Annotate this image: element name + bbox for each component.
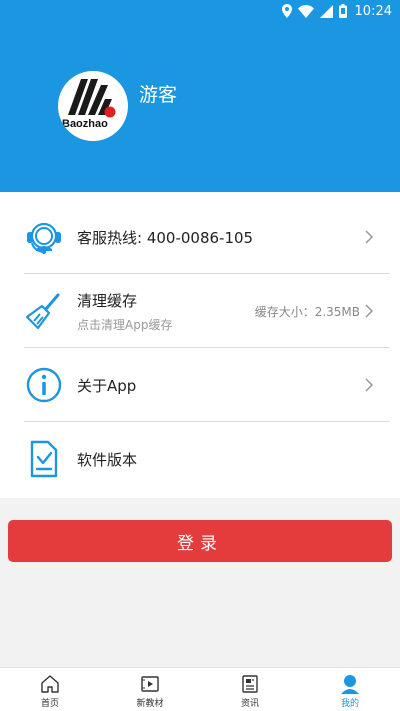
info-icon [26,367,62,403]
logo-icon [68,79,116,118]
menu-item-clear-cache[interactable]: 清理缓存 点击清理App缓存 缓存大小：2.35MB [0,274,400,348]
menu-item-about[interactable]: 关于App [0,348,400,422]
tab-label: 新教材 [136,699,164,709]
username[interactable]: 游客 [139,80,177,107]
profile-header: 10:24 Baozhao 游客 [0,0,400,192]
chevron-right-icon [365,378,374,392]
menu-item-version[interactable]: 软件版本 [0,422,400,496]
bottom-tabbar: 首页 新教材 资讯 我的 [0,667,400,711]
login-button[interactable]: 登录 [8,520,392,562]
cache-size: 缓存大小：2.35MB [254,304,360,319]
user-icon [341,675,359,694]
tab-home[interactable]: 首页 [0,668,100,711]
tab-new-materials[interactable]: 新教材 [100,668,200,711]
home-icon [41,675,59,693]
chevron-right-icon [365,304,374,318]
wifi-icon [297,4,314,18]
tab-label: 资讯 [240,699,259,709]
news-icon [242,675,258,693]
status-time: 10:24 [354,3,392,19]
location-icon [281,4,292,18]
tab-label: 我的 [340,699,359,709]
signal-icon [319,4,333,18]
settings-menu: 客服热线: 400-0086-105 清理缓存 点击清理App缓存 缓存大小：2… [0,192,400,498]
menu-item-hotline[interactable]: 客服热线: 400-0086-105 [0,200,400,274]
status-bar: 10:24 [0,0,400,22]
document-check-icon [30,440,58,478]
chevron-right-icon [365,230,374,244]
avatar[interactable]: Baozhao [58,71,128,141]
avatar-text: Baozhao [62,118,108,130]
menu-item-subtitle: 点击清理App缓存 [77,318,173,332]
tab-news[interactable]: 资讯 [200,668,300,711]
menu-item-title: 清理缓存 [77,292,138,310]
tab-label: 首页 [40,699,59,709]
video-icon [141,676,159,692]
menu-item-title: 软件版本 [77,450,138,469]
menu-item-title: 关于App [77,376,137,395]
broom-icon [25,293,60,330]
headset-icon [27,222,61,254]
tab-mine[interactable]: 我的 [300,668,400,711]
menu-item-title: 客服热线: 400-0086-105 [77,228,254,247]
battery-icon [338,4,347,18]
